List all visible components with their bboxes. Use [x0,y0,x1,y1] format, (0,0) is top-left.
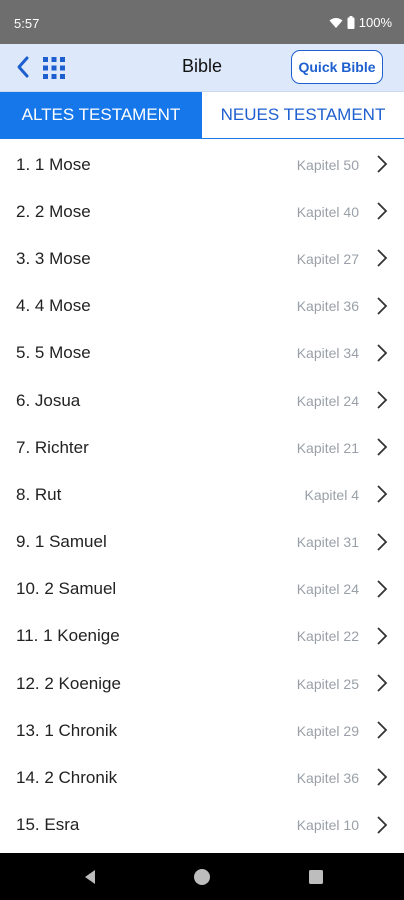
nav-back-icon[interactable] [80,867,100,887]
chevron-right-icon [377,768,388,787]
chapter-count: Kapitel 36 [296,770,359,787]
chevron-right-icon [377,391,388,409]
chapter-count: Kapitel 29 [296,722,359,739]
chevron-right-icon [377,815,388,834]
list-item[interactable]: 8. Rut Kapitel 4 [0,471,404,518]
book-name: 9. 1 Samuel [16,532,107,552]
book-name: 11. 1 Koenige [16,626,120,646]
book-name: 7. Richter [16,437,89,457]
chapter-count: Kapitel 34 [296,345,359,362]
quick-bible-button[interactable]: Quick Bible [291,50,383,84]
chevron-right-icon [377,202,388,220]
book-name: 13. 1 Chronik [16,720,118,740]
book-name: 8. Rut [16,484,62,504]
chapter-count: Kapitel 24 [296,392,359,409]
book-name: 14. 2 Chronik [16,768,118,788]
chapter-count: Kapitel 21 [296,439,359,456]
chapter-count: Kapitel 40 [296,203,359,220]
chapter-count: Kapitel 31 [296,534,359,551]
tab-old-testament[interactable]: ALTES TESTAMENT [0,92,202,138]
system-nav-bar [0,853,404,900]
book-name: 2. 2 Mose [16,201,91,221]
list-item[interactable]: 6. Josua Kapitel 24 [0,377,404,424]
list-item[interactable]: 1. 1 Mose Kapitel 50 [0,141,404,188]
chevron-right-icon [377,485,388,503]
book-name: 15. Esra [16,815,80,835]
chevron-right-icon [377,674,388,692]
status-icons: 100% [329,15,392,30]
battery-percent: 100% [358,15,392,30]
list-item[interactable]: 3. 3 Mose Kapitel 27 [0,235,404,282]
battery-icon [347,16,355,29]
chevron-right-icon [377,155,388,173]
chevron-right-icon [377,532,388,551]
list-item[interactable]: 7. Richter Kapitel 21 [0,424,404,471]
chapter-count: Kapitel 4 [304,486,359,503]
list-item[interactable]: 13. 1 Chronik Kapitel 29 [0,707,404,754]
book-name: 3. 3 Mose [16,248,91,268]
list-item[interactable]: 2. 2 Mose Kapitel 40 [0,188,404,235]
list-item[interactable]: 5. 5 Mose Kapitel 34 [0,330,404,377]
chevron-right-icon [377,296,388,315]
chapter-count: Kapitel 22 [296,628,359,645]
status-time: 5:57 [14,16,40,31]
chapter-count: Kapitel 36 [296,298,359,315]
book-name: 5. 5 Mose [16,343,91,363]
chevron-right-icon [377,721,388,739]
list-item[interactable]: 15. Esra Kapitel 10 [0,802,404,849]
chevron-right-icon [377,344,388,362]
nav-home-icon[interactable] [192,867,212,887]
wifi-icon [329,17,343,28]
book-name: 1. 1 Mose [16,154,91,174]
book-name: 10. 2 Samuel [16,579,117,599]
back-chevron-icon[interactable] [12,54,36,80]
chevron-right-icon [377,249,388,268]
chapter-count: Kapitel 10 [296,817,359,834]
book-name: 12. 2 Koenige [16,673,121,693]
list-item[interactable]: 12. 2 Koenige Kapitel 25 [0,660,404,707]
tab-new-testament[interactable]: NEUES TESTAMENT [202,92,404,138]
list-item[interactable]: 10. 2 Samuel Kapitel 24 [0,566,404,613]
list-item[interactable]: 14. 2 Chronik Kapitel 36 [0,754,404,801]
testament-tabs: ALTES TESTAMENT NEUES TESTAMENT [0,92,404,139]
chevron-right-icon [377,627,388,645]
chevron-right-icon [377,438,388,456]
grid-menu-icon[interactable] [42,56,66,80]
chapter-count: Kapitel 24 [296,581,359,598]
chevron-right-icon [377,580,388,598]
list-item[interactable]: 11. 1 Koenige Kapitel 22 [0,613,404,660]
nav-recents-icon[interactable] [306,867,326,887]
book-name: 6. Josua [16,390,81,410]
list-item[interactable]: 9. 1 Samuel Kapitel 31 [0,519,404,566]
book-list: 1. 1 Mose Kapitel 50 2. 2 Mose Kapitel 40 … [0,141,404,849]
list-item[interactable]: 4. 4 Mose Kapitel 36 [0,283,404,330]
chapter-count: Kapitel 50 [296,156,359,173]
status-bar: 5:57 100% [0,0,404,44]
chapter-count: Kapitel 27 [296,250,359,267]
chapter-count: Kapitel 25 [296,675,359,692]
book-name: 4. 4 Mose [16,296,91,316]
